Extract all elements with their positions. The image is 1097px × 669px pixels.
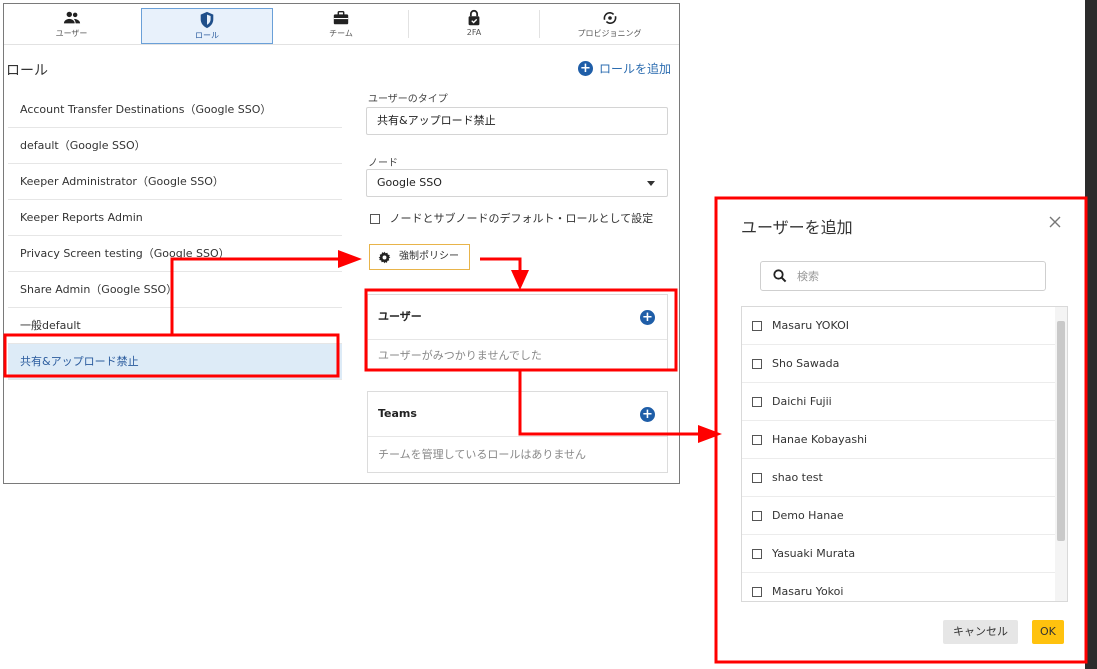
- user-row[interactable]: shao test: [742, 459, 1067, 497]
- user-row[interactable]: Sho Sawada: [742, 345, 1067, 383]
- user-row[interactable]: Yasuaki Murata: [742, 535, 1067, 573]
- users-card-header: ユーザー +: [368, 295, 667, 340]
- tab-label: プロビジョニング: [577, 29, 642, 38]
- arrow-head: [698, 425, 722, 443]
- top-tab-bar: ユーザー ロール チーム 2FA プロビジョニング: [4, 4, 679, 45]
- user-type-label: ユーザーのタイプ: [368, 94, 448, 105]
- user-checkbox-list: Masaru YOKOI Sho Sawada Daichi Fujii Han…: [741, 306, 1068, 602]
- node-select[interactable]: Google SSO: [366, 169, 668, 197]
- teams-card: Teams + チームを管理しているロールはありません: [367, 391, 668, 473]
- close-icon[interactable]: [1049, 216, 1061, 228]
- node-select-value: Google SSO: [377, 176, 442, 189]
- users-card-title: ユーザー: [378, 310, 422, 323]
- add-team-button[interactable]: +: [640, 407, 655, 422]
- tab-2fa[interactable]: 2FA: [409, 4, 539, 44]
- scrollbar-thumb[interactable]: [1057, 321, 1065, 541]
- role-item[interactable]: Share Admin（Google SSO）: [8, 272, 342, 308]
- user-checkbox[interactable]: [752, 472, 762, 483]
- role-item[interactable]: Keeper Reports Admin: [8, 200, 342, 236]
- teams-card-header: Teams +: [368, 392, 667, 437]
- scrollbar[interactable]: [1055, 307, 1067, 601]
- tab-teams[interactable]: チーム: [274, 4, 408, 44]
- user-name: Daichi Fujii: [772, 395, 832, 408]
- role-list: Account Transfer Destinations（Google SSO…: [8, 92, 342, 380]
- default-role-option[interactable]: ノードとサブノードのデフォルト・ロールとして設定: [370, 210, 653, 226]
- user-checkbox[interactable]: [752, 358, 762, 369]
- role-item[interactable]: 一般default: [8, 308, 342, 344]
- user-row[interactable]: Masaru YOKOI: [742, 307, 1067, 345]
- tab-label: ロール: [195, 31, 219, 40]
- lock-icon: [468, 9, 480, 26]
- user-row[interactable]: Masaru Yokoi: [742, 573, 1067, 601]
- provisioning-icon: [603, 12, 616, 24]
- chevron-down-icon: [647, 181, 655, 186]
- cancel-button[interactable]: キャンセル: [943, 620, 1018, 644]
- role-item-selected[interactable]: 共有&アップロード禁止: [8, 344, 342, 380]
- tab-label: ユーザー: [55, 29, 88, 38]
- tab-label: チーム: [329, 29, 353, 38]
- briefcase-icon: [333, 10, 349, 25]
- teams-card-title: Teams: [378, 407, 417, 420]
- user-row[interactable]: Daichi Fujii: [742, 383, 1067, 421]
- search-placeholder: 検索: [797, 270, 819, 283]
- user-name: Hanae Kobayashi: [772, 433, 868, 446]
- policy-button-label: 強制ポリシー: [399, 251, 459, 262]
- add-user-dialog: ユーザーを追加 検索 Masaru YOKOI Sho Sawada Daich…: [727, 197, 1084, 658]
- tab-users[interactable]: ユーザー: [4, 4, 139, 44]
- users-card: ユーザー + ユーザーがみつかりませんでした: [367, 294, 668, 370]
- gear-icon: [378, 251, 391, 263]
- teams-empty-message: チームを管理しているロールはありません: [378, 448, 587, 461]
- role-item[interactable]: default（Google SSO）: [8, 128, 342, 164]
- user-type-field[interactable]: 共有&アップロード禁止: [366, 107, 668, 135]
- node-label: ノード: [368, 158, 398, 169]
- plus-circle-icon: +: [578, 61, 593, 76]
- user-checkbox[interactable]: [752, 320, 762, 331]
- user-name: Masaru Yokoi: [772, 585, 844, 598]
- user-checkbox[interactable]: [752, 548, 762, 559]
- user-checkbox[interactable]: [752, 586, 762, 597]
- user-checkbox[interactable]: [752, 434, 762, 445]
- ok-button[interactable]: OK: [1032, 620, 1064, 644]
- role-item[interactable]: Keeper Administrator（Google SSO）: [8, 164, 342, 200]
- roles-heading: ロール: [6, 63, 48, 79]
- add-user-button[interactable]: +: [640, 310, 655, 325]
- search-icon: [773, 269, 787, 283]
- add-role-label: ロールを追加: [599, 62, 672, 76]
- role-item[interactable]: Account Transfer Destinations（Google SSO…: [8, 92, 342, 128]
- role-management-panel: ユーザー ロール チーム 2FA プロビジョニング ロール + ロールを追加 A…: [3, 3, 680, 484]
- user-name: Sho Sawada: [772, 357, 840, 370]
- tab-label: 2FA: [466, 28, 482, 37]
- tab-provisioning[interactable]: プロビジョニング: [540, 4, 679, 44]
- user-name: Yasuaki Murata: [772, 547, 856, 560]
- user-row[interactable]: Hanae Kobayashi: [742, 421, 1067, 459]
- user-name: shao test: [772, 471, 823, 484]
- search-input[interactable]: 検索: [760, 261, 1046, 291]
- default-role-checkbox[interactable]: [370, 214, 380, 224]
- window-edge: [1085, 0, 1097, 669]
- user-checkbox[interactable]: [752, 510, 762, 521]
- shield-icon: [200, 11, 214, 29]
- dialog-title: ユーザーを追加: [741, 218, 853, 237]
- users-icon: [63, 11, 80, 24]
- user-name: Masaru YOKOI: [772, 319, 849, 332]
- user-name: Demo Hanae: [772, 509, 844, 522]
- users-empty-message: ユーザーがみつかりませんでした: [378, 349, 542, 362]
- role-item[interactable]: Privacy Screen testing（Google SSO）: [8, 236, 342, 272]
- default-role-label: ノードとサブノードのデフォルト・ロールとして設定: [389, 212, 654, 225]
- user-row[interactable]: Demo Hanae: [742, 497, 1067, 535]
- tab-roles[interactable]: ロール: [141, 8, 273, 44]
- enforcement-policy-button[interactable]: 強制ポリシー: [369, 244, 470, 270]
- user-checkbox[interactable]: [752, 396, 762, 407]
- add-role-button[interactable]: + ロールを追加: [578, 60, 671, 77]
